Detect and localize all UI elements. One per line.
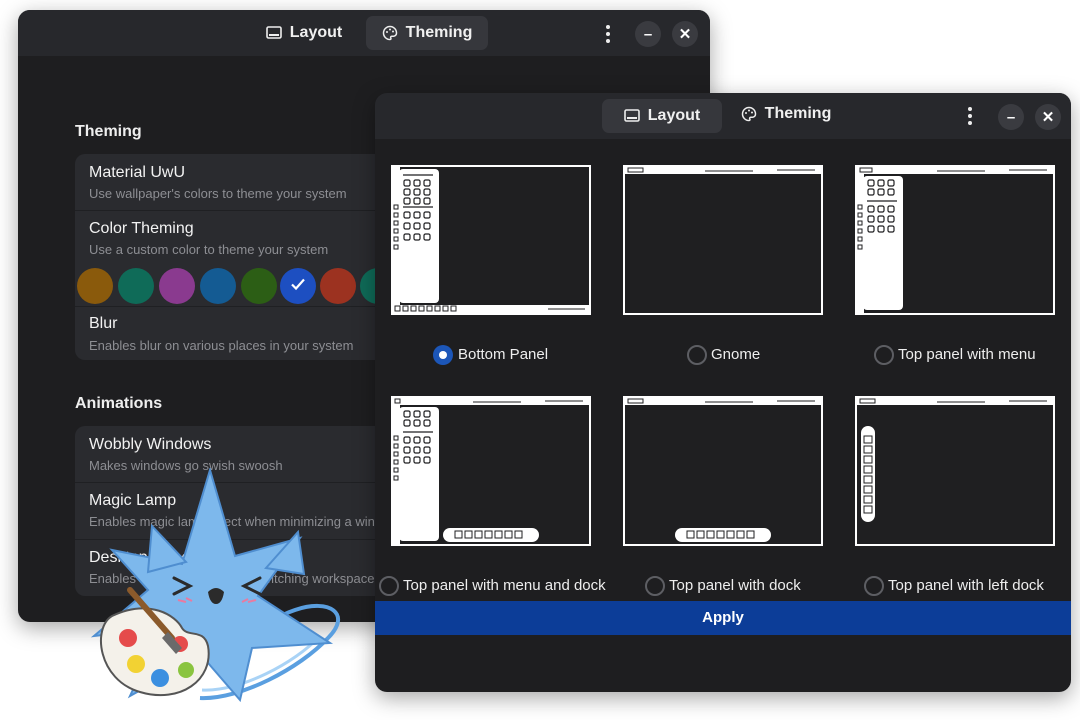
row-title: Material UwU <box>89 164 186 181</box>
mascot-with-palette <box>90 466 360 708</box>
layout-label[interactable]: Top panel with dock <box>669 577 801 594</box>
layout-label[interactable]: Top panel with menu <box>898 346 1036 363</box>
minimize-button[interactable]: – <box>635 21 661 47</box>
color-swatch[interactable] <box>320 268 356 304</box>
titlebar: Layout Theming – ✕ <box>375 93 1071 139</box>
row-title: Blur <box>89 315 118 332</box>
layout-label[interactable]: Bottom Panel <box>458 346 548 363</box>
layout-label[interactable]: Top panel with left dock <box>888 577 1044 594</box>
layout-preview-bottom-panel[interactable] <box>391 165 591 315</box>
palette-icon <box>741 106 757 122</box>
layout-preview-top-panel-menu[interactable] <box>855 165 1055 315</box>
color-swatch[interactable] <box>241 268 277 304</box>
color-swatch[interactable] <box>77 268 113 304</box>
apply-button[interactable]: Apply <box>375 601 1071 635</box>
layout-preview-top-panel-left-dock[interactable] <box>855 396 1055 546</box>
color-swatch[interactable] <box>200 268 236 304</box>
tab-layout[interactable]: Layout <box>602 99 722 133</box>
row-title: Color Theming <box>89 220 194 237</box>
kebab-menu-icon[interactable] <box>962 103 978 129</box>
color-swatch[interactable] <box>159 268 195 304</box>
row-subtitle: Use wallpaper's colors to theme your sys… <box>89 186 347 201</box>
titlebar: Layout Theming – ✕ <box>18 10 710 56</box>
minimize-button[interactable]: – <box>998 104 1024 130</box>
tab-label: Layout <box>289 24 343 41</box>
kebab-menu-icon[interactable] <box>600 21 616 47</box>
settings-window-front: Layout Theming – ✕ Bottom Panel Gnome To… <box>375 93 1071 692</box>
color-swatch-selected[interactable] <box>280 268 316 304</box>
close-button[interactable]: ✕ <box>1035 104 1061 130</box>
layout-preview-top-panel-menu-dock[interactable] <box>391 396 591 546</box>
theming-section-title: Theming <box>75 123 142 140</box>
close-button[interactable]: ✕ <box>672 21 698 47</box>
row-title: Wobbly Windows <box>89 436 212 453</box>
tab-label: Theming <box>405 24 473 41</box>
checkmark-icon <box>290 277 306 296</box>
layout-preview-gnome[interactable] <box>623 165 823 315</box>
color-swatch[interactable] <box>118 268 154 304</box>
layout-preview-top-panel-dock[interactable] <box>623 396 823 546</box>
radio-top-panel-menu-dock[interactable] <box>379 576 399 596</box>
tab-theming[interactable]: Theming <box>366 16 488 50</box>
tab-theming[interactable]: Theming <box>730 97 842 131</box>
row-subtitle: Use a custom color to theme your system <box>89 242 329 257</box>
tab-label: Theming <box>764 105 832 122</box>
tab-layout[interactable]: Layout <box>250 16 358 50</box>
row-subtitle: Enables blur on various places in your s… <box>89 338 354 353</box>
radio-bottom-panel[interactable] <box>433 345 453 365</box>
layout-label[interactable]: Gnome <box>711 346 760 363</box>
radio-top-panel-dock[interactable] <box>645 576 665 596</box>
tab-label: Layout <box>647 107 701 124</box>
radio-top-panel-left-dock[interactable] <box>864 576 884 596</box>
layout-label[interactable]: Top panel with menu and dock <box>403 577 606 594</box>
monitor-icon <box>265 26 282 40</box>
radio-gnome[interactable] <box>687 345 707 365</box>
radio-top-panel-menu[interactable] <box>874 345 894 365</box>
animations-section-title: Animations <box>75 395 163 412</box>
palette-icon <box>382 25 398 41</box>
monitor-icon <box>623 109 640 123</box>
